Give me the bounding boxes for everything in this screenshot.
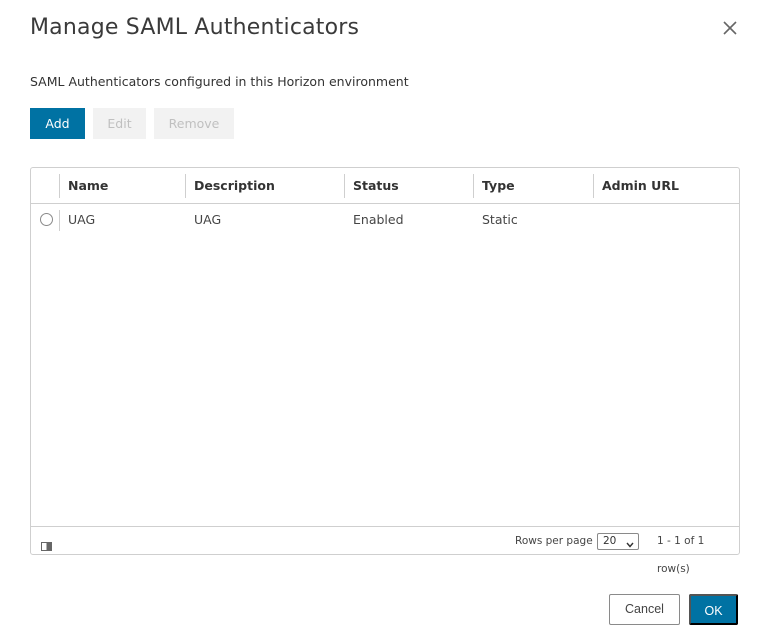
columns-icon[interactable] bbox=[41, 536, 52, 551]
cell-status: Enabled bbox=[353, 212, 404, 227]
close-icon[interactable] bbox=[718, 16, 742, 40]
column-header-name[interactable]: Name bbox=[59, 168, 185, 204]
row-select-radio[interactable] bbox=[40, 213, 53, 226]
edit-button[interactable]: Edit bbox=[93, 108, 146, 139]
manage-saml-dialog: Manage SAML Authenticators SAML Authenti… bbox=[0, 0, 768, 642]
table-footer: Rows per page 20 1 - 1 of 1 row(s) bbox=[31, 526, 739, 575]
rows-per-page-label: Rows per page bbox=[515, 535, 593, 547]
dialog-subtitle: SAML Authenticators configured in this H… bbox=[30, 74, 409, 89]
dialog-title: Manage SAML Authenticators bbox=[30, 15, 360, 40]
remove-button[interactable]: Remove bbox=[154, 108, 234, 139]
chevron-down-icon bbox=[626, 538, 634, 548]
cell-description: UAG bbox=[194, 212, 222, 227]
column-header-type[interactable]: Type bbox=[473, 168, 593, 204]
ok-button[interactable]: OK bbox=[689, 594, 738, 625]
column-header-admin-url[interactable]: Admin URL bbox=[593, 168, 739, 204]
rows-per-page-select[interactable]: 20 bbox=[597, 533, 639, 550]
table-header: Name Description Status Type Admin URL bbox=[31, 168, 739, 204]
cell-type: Static bbox=[482, 212, 518, 227]
column-header-status[interactable]: Status bbox=[344, 168, 473, 204]
authenticators-table: Name Description Status Type Admin URL U… bbox=[30, 167, 740, 575]
pagination-text: 1 - 1 of 1 row(s) bbox=[657, 535, 705, 575]
table-row[interactable]: UAG UAG Enabled Static bbox=[31, 204, 739, 236]
cancel-button[interactable]: Cancel bbox=[609, 594, 680, 625]
add-button[interactable]: Add bbox=[30, 108, 85, 139]
rows-per-page-value: 20 bbox=[603, 535, 617, 547]
cell-admin-url bbox=[593, 204, 739, 236]
column-header-description[interactable]: Description bbox=[185, 168, 344, 204]
cell-name: UAG bbox=[68, 212, 96, 227]
